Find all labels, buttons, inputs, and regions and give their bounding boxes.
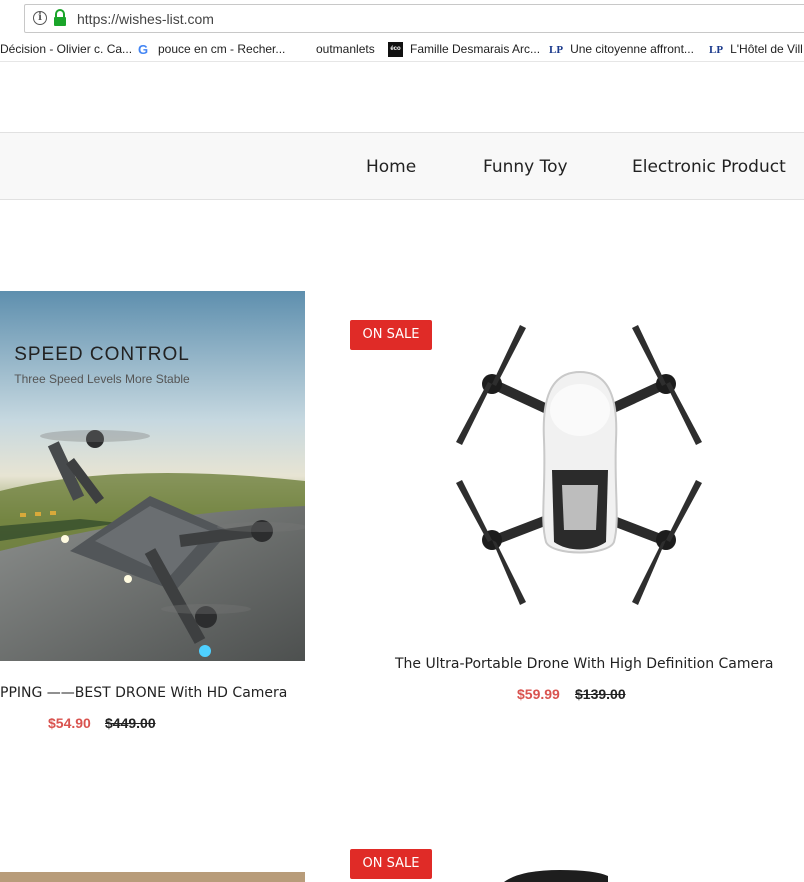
url-text: https://wishes-list.com [77,11,214,27]
product-name[interactable]: The Ultra-Portable Drone With High Defin… [395,655,773,673]
google-icon: G [138,42,149,58]
on-sale-badge: ON SALE [350,849,432,879]
lock-icon [54,9,66,26]
bookmark-item[interactable]: éco Famille Desmarais Arc... [388,41,541,58]
product-image[interactable] [0,872,305,882]
product-image[interactable] [420,320,730,632]
bookmark-label: Une citoyenne affront... [570,42,694,56]
bookmark-item[interactable]: LP L'Hôtel de Vill [709,41,803,57]
drone-photo-white [420,320,730,632]
product-old-price: $449.00 [105,715,156,731]
bookmark-label: Famille Desmarais Arc... [410,42,541,56]
bookmark-label: Décision - Olivier c. Ca... [0,42,133,56]
bookmark-item[interactable]: LP Une citoyenne affront... [549,41,694,57]
on-sale-badge: ON SALE [350,320,432,350]
bookmark-label: L'Hôtel de Vill [730,42,803,56]
bookmarks-bar: Décision - Olivier c. Ca... Gpouce en cm… [0,38,804,62]
url-field[interactable]: i https://wishes-list.com [24,4,804,33]
product-image[interactable] [500,868,610,882]
lp-icon: LP [709,43,724,56]
nav-home[interactable]: Home [366,157,416,177]
lp-icon: LP [549,43,564,56]
product-old-price: $139.00 [575,686,626,702]
bookmark-item[interactable]: Gpouce en cm - Recher... [138,41,285,57]
info-icon[interactable]: i [33,11,47,25]
drone-photo-speed: SPEED CONTROL Three Speed Levels More St… [0,291,305,661]
product-price: $54.90 [48,715,91,731]
product-photo-partial [504,870,608,882]
site-nav: Home Funny Toy Electronic Product [0,132,804,200]
product-image[interactable]: SPEED CONTROL Three Speed Levels More St… [0,291,305,661]
image-caption-title: SPEED CONTROL [14,344,190,365]
eco-icon: éco [388,42,403,58]
bookmark-item[interactable]: Décision - Olivier c. Ca... [0,41,132,57]
image-caption-sub: Three Speed Levels More Stable [14,372,190,386]
nav-electronic-product[interactable]: Electronic Product [632,157,786,177]
bookmark-item[interactable]: outmanlets [316,41,375,57]
nav-funny-toy[interactable]: Funny Toy [483,157,568,177]
browser-address-bar: i https://wishes-list.com [0,0,804,38]
product-price: $59.99 [517,686,560,702]
bookmark-label: pouce en cm - Recher... [158,42,286,56]
bookmark-label: outmanlets [316,42,375,56]
product-name[interactable]: PPING ——BEST DRONE With HD Camera [0,684,287,702]
